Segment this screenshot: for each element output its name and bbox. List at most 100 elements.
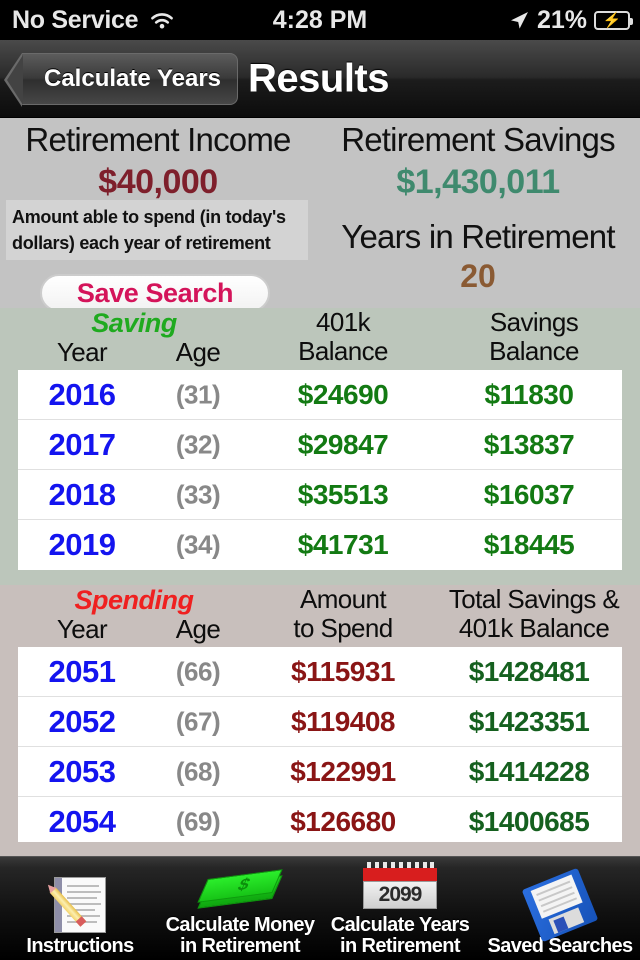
spending-col-amount-line1: Amount bbox=[299, 584, 387, 614]
save-search-button[interactable]: Save Search bbox=[40, 274, 270, 312]
tab-calculate-money-line2: in Retirement bbox=[179, 935, 301, 957]
retirement-savings-heading: Retirement Savings bbox=[341, 121, 615, 158]
cell-v1: $122991 bbox=[290, 755, 396, 787]
cell-year: 2016 bbox=[48, 376, 116, 412]
table-row[interactable]: 2018 (33) $35513 $16037 bbox=[18, 470, 622, 520]
status-bar-right: 21% ⚡ bbox=[508, 5, 633, 35]
cell-age: (34) bbox=[175, 529, 221, 560]
cell-year: 2018 bbox=[48, 476, 116, 512]
floppy-disk-icon bbox=[521, 867, 599, 943]
saving-rows: 2016 (31) $24690 $11830 2017 (32) $29847 $13837… bbox=[18, 370, 622, 570]
tab-bar: Instructions $ Calculate Money in Retire… bbox=[0, 856, 640, 960]
saving-col-401k-line1: 401k bbox=[316, 307, 371, 337]
saving-col-savings-line2: Balance bbox=[489, 336, 579, 367]
save-search-label: Save Search bbox=[76, 277, 234, 308]
cell-v1: $115931 bbox=[291, 655, 395, 687]
cell-age: (32) bbox=[175, 429, 221, 459]
cell-v2: $1414228 bbox=[468, 755, 590, 787]
app-screen: No Service 4:28 PM 21% ⚡ Calculate Years… bbox=[0, 0, 640, 960]
cell-age: (67) bbox=[175, 706, 221, 736]
battery-charging-icon: ⚡ bbox=[594, 10, 633, 30]
saving-col-savings: Savings Balance bbox=[436, 307, 632, 367]
cell-year: 2051 bbox=[48, 653, 116, 689]
table-row[interactable]: 2052 (67) $119408 $1423351 bbox=[18, 697, 622, 747]
summary-panel: Retirement Income $40,000 Amount able to… bbox=[0, 118, 640, 312]
cell-v2: $16037 bbox=[483, 478, 575, 510]
saving-table-header: Saving Year Age 401k Balance Savings Bal… bbox=[0, 307, 640, 370]
table-row[interactable]: 2017 (32) $29847 $13837 bbox=[18, 420, 622, 470]
saving-col-401k-line2: Balance bbox=[298, 336, 388, 367]
cell-v2: $1428481 bbox=[468, 655, 590, 687]
retirement-savings-value: $1,430,011 bbox=[396, 163, 560, 201]
spending-tag: Spending bbox=[74, 585, 195, 615]
cell-v1: $126680 bbox=[290, 806, 396, 837]
cell-v1: $119408 bbox=[291, 705, 395, 737]
spending-col-total: Total Savings & 401k Balance bbox=[436, 584, 632, 644]
navigation-bar: Calculate Years Results bbox=[0, 40, 640, 118]
cell-v2: $13837 bbox=[483, 428, 575, 460]
table-row[interactable]: 2016 (31) $24690 $11830 bbox=[18, 370, 622, 420]
cell-age: (31) bbox=[175, 379, 221, 409]
cell-year: 2019 bbox=[48, 527, 116, 562]
saving-col-401k: 401k Balance bbox=[250, 307, 436, 367]
tab-calculate-years-line1: Calculate Years bbox=[330, 914, 470, 936]
spending-rows: 2051 (66) $115931 $1428481 2052 (67) $119408 $1… bbox=[18, 647, 622, 842]
cell-v2: $18445 bbox=[483, 529, 575, 560]
spending-col-year: Year bbox=[56, 614, 108, 644]
document-pencil-icon bbox=[49, 874, 106, 936]
spending-col-amount: Amount to Spend bbox=[250, 584, 436, 644]
retirement-savings-block: Retirement Savings $1,430,011 Years in R… bbox=[316, 118, 640, 294]
tab-saved-searches[interactable]: Saved Searches bbox=[480, 857, 640, 960]
table-row[interactable]: 2051 (66) $115931 $1428481 bbox=[18, 647, 622, 697]
spending-col-total-line2: 401k Balance bbox=[458, 613, 610, 644]
cell-v1: $24690 bbox=[297, 378, 389, 410]
cell-age: (69) bbox=[175, 806, 221, 837]
income-note: Amount able to spend (in today's dollars… bbox=[6, 200, 308, 261]
cell-v1: $29847 bbox=[297, 428, 389, 460]
page-title: Results bbox=[248, 56, 390, 100]
tab-calculate-years-label: Calculate Years in Retirement bbox=[331, 915, 470, 957]
tab-instructions[interactable]: Instructions bbox=[0, 857, 160, 960]
cell-age: (33) bbox=[175, 479, 221, 509]
cell-v2: $11830 bbox=[484, 378, 574, 410]
cell-year: 2017 bbox=[48, 426, 116, 462]
location-arrow-icon bbox=[510, 12, 528, 29]
table-row[interactable]: 2019 (34) $41731 $18445 bbox=[18, 520, 622, 570]
cell-age: (66) bbox=[175, 656, 221, 686]
retirement-income-value: $40,000 bbox=[98, 163, 218, 201]
battery-percent-label: 21% bbox=[536, 5, 587, 34]
tab-calculate-years-line2: in Retirement bbox=[339, 935, 461, 957]
tab-calculate-money-line1: Calculate Money bbox=[165, 914, 315, 936]
spending-table: Spending Year Age Amount to Spend Total … bbox=[0, 584, 640, 856]
table-row[interactable]: 2054 (69) $126680 $1400685 bbox=[18, 797, 622, 847]
cell-v1: $35513 bbox=[297, 478, 389, 510]
cell-year: 2054 bbox=[48, 804, 116, 839]
cell-v2: $1400685 bbox=[468, 806, 590, 837]
tab-calculate-money[interactable]: $ Calculate Money in Retirement bbox=[160, 857, 320, 960]
back-button-label: Calculate Years bbox=[44, 65, 222, 92]
cell-age: (68) bbox=[175, 756, 221, 786]
table-row[interactable]: 2053 (68) $122991 $1414228 bbox=[18, 747, 622, 797]
spending-col-total-line1: Total Savings & bbox=[448, 584, 620, 614]
spending-col-age: Age bbox=[175, 614, 221, 644]
saving-table: Saving Year Age 401k Balance Savings Bal… bbox=[0, 307, 640, 585]
calendar-year-label: 2099 bbox=[378, 883, 423, 906]
saving-col-savings-line1: Savings bbox=[489, 307, 579, 337]
spending-table-header: Spending Year Age Amount to Spend Total … bbox=[0, 584, 640, 647]
retirement-income-block: Retirement Income $40,000 Amount able to… bbox=[0, 118, 316, 312]
years-in-retirement-value: 20 bbox=[460, 258, 496, 294]
saving-tag: Saving bbox=[91, 308, 177, 338]
tab-calculate-years[interactable]: 2099 Calculate Years in Retirement bbox=[320, 857, 480, 960]
tab-instructions-label: Instructions bbox=[26, 935, 134, 957]
back-button[interactable]: Calculate Years bbox=[3, 53, 239, 107]
calendar-icon: 2099 bbox=[363, 857, 437, 915]
saving-col-year: Year bbox=[56, 337, 108, 367]
cell-v1: $41731 bbox=[297, 529, 389, 560]
tab-calculate-money-label: Calculate Money in Retirement bbox=[166, 915, 315, 957]
years-in-retirement-heading: Years in Retirement bbox=[341, 218, 615, 255]
cell-v2: $1423351 bbox=[468, 705, 590, 737]
cell-year: 2052 bbox=[48, 703, 116, 739]
status-bar: No Service 4:28 PM 21% ⚡ bbox=[0, 0, 640, 40]
spending-col-amount-line2: to Spend bbox=[293, 613, 393, 644]
saving-col-age: Age bbox=[175, 337, 221, 367]
